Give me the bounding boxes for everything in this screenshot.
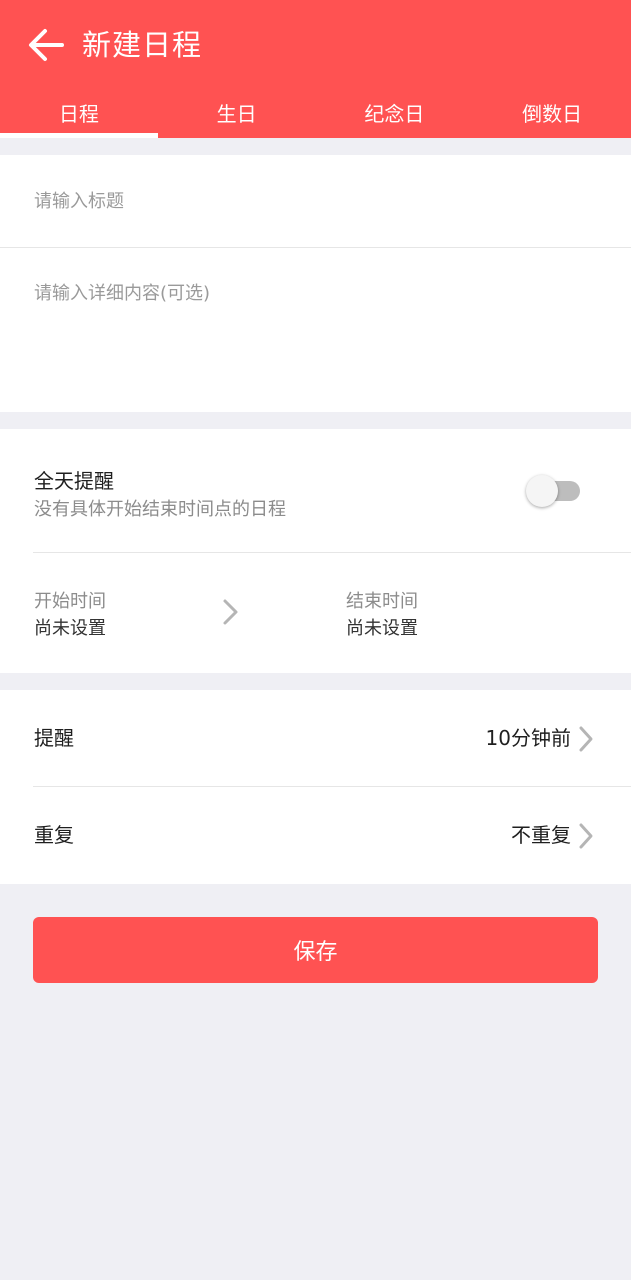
reminder-value: 10分钟前 bbox=[485, 726, 571, 750]
tab-label: 倒数日 bbox=[522, 102, 583, 126]
detail-input[interactable] bbox=[34, 279, 594, 389]
all-day-toggle[interactable] bbox=[526, 475, 582, 507]
tab-label: 日程 bbox=[58, 102, 99, 126]
app-header: 新建日程 日程 生日 纪念日 倒数日 bbox=[0, 0, 631, 138]
start-time-label: 开始时间 bbox=[34, 591, 106, 612]
divider bbox=[0, 247, 631, 248]
end-time-picker[interactable]: 结束时间 尚未设置 bbox=[346, 588, 418, 642]
content-card bbox=[0, 155, 631, 412]
repeat-label: 重复 bbox=[34, 823, 74, 847]
repeat-row[interactable]: 重复 不重复 bbox=[0, 787, 631, 883]
tab-schedule[interactable]: 日程 bbox=[0, 90, 158, 138]
tab-bar: 日程 生日 纪念日 倒数日 bbox=[0, 90, 631, 138]
tab-label: 生日 bbox=[216, 102, 257, 126]
all-day-subtitle: 没有具体开始结束时间点的日程 bbox=[34, 499, 286, 520]
end-time-label: 结束时间 bbox=[346, 591, 418, 612]
time-arrow bbox=[220, 596, 242, 632]
tab-label: 纪念日 bbox=[364, 102, 425, 126]
save-button[interactable]: 保存 bbox=[33, 917, 598, 983]
start-time-picker[interactable]: 开始时间 尚未设置 bbox=[34, 588, 106, 642]
arrow-left-icon bbox=[29, 29, 64, 61]
tab-birthday[interactable]: 生日 bbox=[158, 90, 316, 138]
reminder-row[interactable]: 提醒 10分钟前 bbox=[0, 690, 631, 786]
back-button[interactable] bbox=[26, 24, 68, 66]
divider bbox=[33, 552, 631, 553]
repeat-value: 不重复 bbox=[511, 823, 571, 847]
toggle-knob bbox=[526, 475, 558, 507]
start-time-value: 尚未设置 bbox=[34, 618, 106, 639]
tab-anniversary[interactable]: 纪念日 bbox=[316, 90, 474, 138]
settings-card: 提醒 10分钟前 重复 不重复 bbox=[0, 690, 631, 884]
all-day-title: 全天提醒 bbox=[34, 469, 114, 493]
end-time-value: 尚未设置 bbox=[346, 618, 418, 639]
chevron-right-icon bbox=[223, 599, 238, 625]
chevron-right-icon bbox=[579, 823, 593, 849]
tab-countdown[interactable]: 倒数日 bbox=[473, 90, 631, 138]
reminder-label: 提醒 bbox=[34, 726, 74, 750]
title-input[interactable] bbox=[34, 185, 594, 217]
page-title: 新建日程 bbox=[82, 28, 203, 62]
chevron-right-icon bbox=[579, 726, 593, 752]
